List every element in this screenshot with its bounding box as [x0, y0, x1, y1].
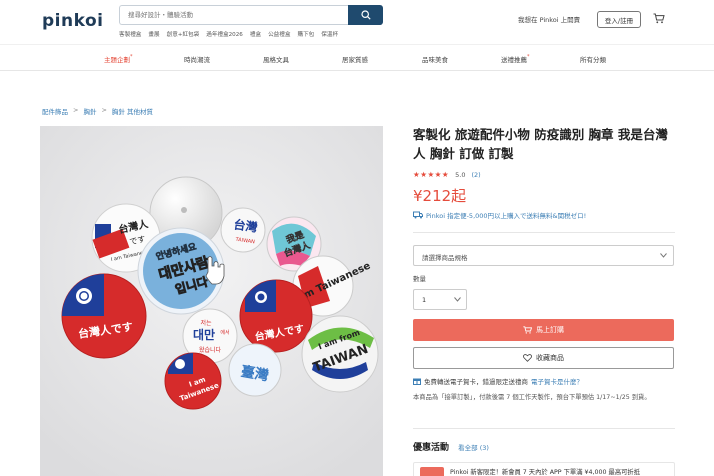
keyword-link[interactable]: 禮盒	[250, 30, 261, 38]
badge-b6: I am from TAIWAN	[301, 315, 379, 393]
buy-now-label: 馬上訂購	[536, 326, 564, 334]
pinkoi-logo[interactable]: pinkoi	[42, 11, 103, 31]
breadcrumb-item[interactable]: 胸針	[83, 106, 96, 116]
search-input[interactable]	[119, 5, 348, 25]
promotion-text: Pinkoi 新客限定！新會員 7 天內於 APP 下單滿 ¥4,000 最高可…	[450, 469, 641, 476]
add-to-favorites-button[interactable]: 收藏商品	[413, 347, 674, 369]
product-title: 客製化 旅遊配件小物 防疫識別 胸章 我是台灣人 胸針 訂做 訂製	[413, 127, 668, 161]
chevron-right-icon: >	[101, 106, 107, 114]
quantity-select[interactable]: 1	[413, 289, 467, 310]
review-count-link[interactable]: (2)	[471, 171, 480, 179]
promotion-card[interactable]: Pinkoi 新客限定！新會員 7 天內於 APP 下單滿 ¥4,000 最高可…	[413, 462, 675, 476]
gift-icon	[413, 378, 421, 385]
breadcrumb-item[interactable]: 胸針 其他材質	[112, 106, 153, 116]
quantity-value: 1	[422, 296, 427, 304]
chevron-down-icon	[660, 253, 667, 258]
svg-text:대만: 대만	[193, 327, 215, 342]
shipping-promo[interactable]: Pinkoi 指定便-5,000円以上購入で送料無料&関税ゼロ!	[413, 210, 586, 220]
keyword-link[interactable]: 畫展	[148, 30, 159, 38]
keyword-link[interactable]: 保溫杯	[321, 30, 338, 38]
heart-icon	[523, 354, 532, 362]
nav-item-home[interactable]: 居家質感	[342, 54, 368, 64]
gift-card-help-link[interactable]: 電子賀卡是什麼？	[531, 376, 583, 386]
nav-item-themes[interactable]: 主題企劃*	[104, 54, 133, 64]
star-rating-icon: ★★★★★	[413, 170, 450, 179]
badge-b7: I am Taiwanese	[164, 352, 222, 410]
cart-icon[interactable]	[653, 13, 665, 26]
gift-card-text: 免費轉送電子賀卡，錯過限定送禮商	[424, 378, 528, 386]
divider	[413, 232, 675, 233]
promotions-see-all-link[interactable]: 看全部 (3)	[458, 444, 489, 452]
nav-item-stationery[interactable]: 風格文具	[263, 54, 289, 64]
hot-keywords: 客製禮盒 畫展 創意+紅包袋 過年禮盒2026 禮盒 公益禮盒 購下包 保溫杯	[119, 30, 338, 38]
rating-value: 5.0	[455, 170, 466, 179]
rating-row: ★★★★★ 5.0 (2)	[413, 170, 481, 179]
product-price: ¥212起	[413, 187, 467, 205]
keyword-link[interactable]: 客製禮盒	[119, 30, 141, 38]
nav-item-food[interactable]: 品味美食	[422, 54, 448, 64]
gift-card-info: 免費轉送電子賀卡，錯過限定送禮商 電子賀卡是什麼？	[413, 376, 583, 386]
truck-icon	[413, 211, 423, 219]
buy-now-button[interactable]: 馬上訂購	[413, 319, 674, 341]
category-nav: 主題企劃* 時尚潮流 風格文具 居家質感 品味美食 送禮推薦* 所有分類	[0, 44, 714, 71]
svg-text:왔습니다: 왔습니다	[199, 346, 222, 354]
quantity-label: 數量	[413, 275, 426, 283]
search-button[interactable]	[348, 5, 383, 25]
nav-item-fashion[interactable]: 時尚潮流	[184, 54, 210, 64]
badges-photo: 台灣人 です I am Taiwanese 안녕하세요 대만사람 입니다 台灣 …	[40, 126, 383, 476]
cart-icon	[523, 326, 532, 334]
nav-item-gifts[interactable]: 送禮推薦*	[501, 54, 530, 64]
login-button[interactable]: 登入/註冊	[597, 11, 641, 28]
spec-select-label: 請選擇商品規格	[422, 254, 468, 262]
nav-item-all-categories[interactable]: 所有分類	[580, 54, 606, 64]
keyword-link[interactable]: 購下包	[297, 30, 314, 38]
keyword-link[interactable]: 過年禮盒2026	[206, 30, 243, 38]
search-icon	[360, 10, 371, 20]
chevron-down-icon	[454, 297, 461, 302]
product-image[interactable]: 台灣人 です I am Taiwanese 안녕하세요 대만사람 입니다 台灣 …	[40, 126, 383, 476]
promotions-heading: 優惠活動 看全部 (3)	[413, 440, 489, 453]
badge-b5: 台灣人です	[239, 279, 313, 353]
promotion-thumbnail	[420, 467, 444, 476]
badge-b11: 臺灣	[228, 343, 282, 397]
site-header: pinkoi 客製禮盒 畫展 創意+紅包袋 過年禮盒2026 禮盒 公益禮盒 購…	[0, 0, 714, 44]
svg-text:에서: 에서	[220, 329, 229, 336]
shipping-promo-text: Pinkoi 指定便-5,000円以上購入で送料無料&関税ゼロ!	[426, 212, 587, 220]
badge-b3: 台灣人です	[61, 273, 147, 359]
promotions-title: 優惠活動	[413, 443, 450, 453]
chevron-right-icon: >	[73, 106, 79, 114]
keyword-link[interactable]: 創意+紅包袋	[167, 30, 200, 38]
spec-select[interactable]: 請選擇商品規格	[413, 245, 674, 266]
made-to-order-note: 本商品為「接單訂製」，付款後需 7 個工作天製作，預台下單預估 1/17~1/2…	[413, 394, 651, 401]
divider	[413, 428, 675, 429]
badge-b8: 台灣 TAIWAN	[220, 207, 266, 253]
become-seller-link[interactable]: 我想在 Pinkoi 上開賣	[518, 14, 580, 24]
breadcrumb: 配件飾品 > 胸針 > 胸針 其他材質	[42, 106, 153, 116]
add-to-favorites-label: 收藏商品	[536, 354, 564, 362]
breadcrumb-item[interactable]: 配件飾品	[42, 106, 68, 116]
keyword-link[interactable]: 公益禮盒	[268, 30, 290, 38]
svg-text:저는: 저는	[200, 319, 212, 327]
